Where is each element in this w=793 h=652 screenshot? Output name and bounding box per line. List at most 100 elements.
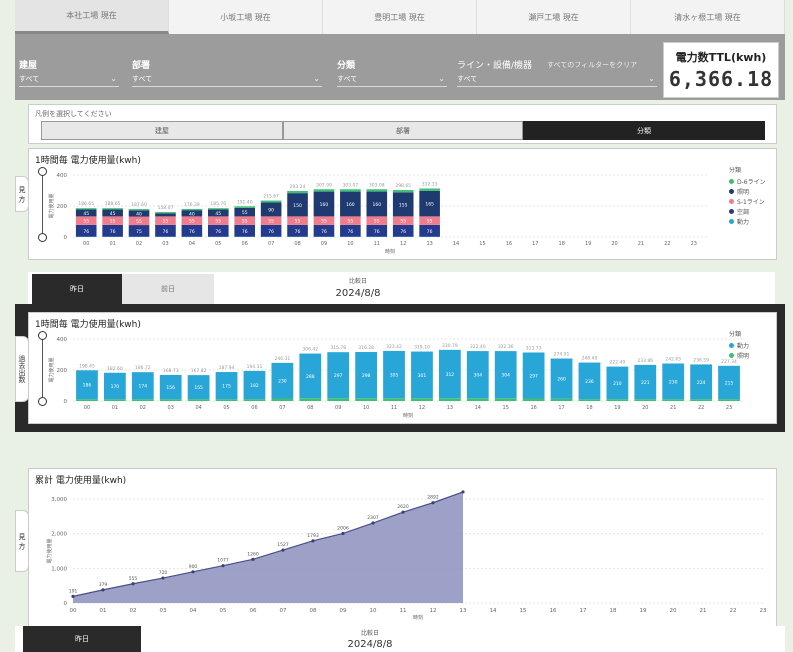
x-tick-label: 11 [374, 241, 380, 247]
slider-handle-top[interactable] [38, 331, 47, 340]
total-label: 319.10 [414, 345, 430, 351]
bar-segment [411, 398, 433, 401]
total-label: 185.76 [210, 201, 226, 207]
data-label: 2620 [397, 504, 409, 510]
x-tick-label: 13 [460, 608, 467, 614]
segment-label: 165 [425, 202, 434, 208]
legend-label: 動力 [737, 342, 750, 350]
total-label: 182.60 [107, 366, 123, 372]
segment-label: 304 [501, 373, 510, 379]
slider-handle-bottom[interactable] [38, 233, 47, 242]
bar-segment [260, 200, 282, 203]
total-label: 315.78 [330, 345, 346, 351]
selector-button-building[interactable]: 建屋 [41, 121, 283, 140]
bar-segment [131, 399, 154, 401]
x-tick-label: 10 [347, 241, 353, 247]
bar-segment [155, 213, 176, 217]
legend-item[interactable]: D-6ライン [729, 176, 766, 186]
legend-item[interactable]: 動力 [729, 216, 766, 226]
segment-label: 210 [613, 381, 622, 387]
segment-label: 297 [529, 374, 538, 380]
x-tick-label: 12 [419, 405, 425, 411]
x-tick-label: 23 [691, 241, 697, 247]
x-tick-label: 05 [220, 608, 227, 614]
y-tick-label: 3,000 [51, 497, 67, 503]
filter-category-select[interactable]: すべて ⌄ [337, 74, 447, 87]
filter-department-select[interactable]: すべて ⌄ [132, 74, 322, 87]
legend-item[interactable]: 照明 [729, 186, 766, 196]
filter-label-department: 部署 [132, 61, 151, 71]
tab-factory-2[interactable]: 豊明工場 現在 [323, 0, 477, 34]
legend-dot [729, 208, 734, 214]
x-tick-label: 05 [223, 405, 229, 411]
legend-item[interactable]: 動力 [729, 340, 749, 350]
cumulative-usage-panel: 累計 電力使用量(kwh) 0 1,000 2,000 3,000 電力使用量 00 01 0… [28, 468, 777, 628]
filter-department-value: すべて [132, 75, 153, 83]
segment-label: 288 [306, 374, 315, 380]
compare-date-bar: 昨日 前日 比較日 2024/8/8 [28, 272, 775, 304]
legend-label: S-1ライン [737, 198, 765, 206]
tab-factory-0[interactable]: 本社工場 現在 [15, 0, 169, 34]
legend-dot [729, 178, 734, 184]
side-tab-guide[interactable]: 見 方 [15, 510, 29, 572]
y-tick-label: 200 [57, 204, 68, 210]
data-label: 2307 [367, 515, 379, 521]
x-tick-label: 06 [251, 405, 257, 411]
slider-handle-bottom[interactable] [38, 397, 47, 406]
x-tick-label: 21 [638, 241, 644, 247]
x-tick-label: 12 [400, 241, 406, 247]
compare-date-bar-bottom: 昨日 比較日 2024/8/8 [15, 626, 785, 652]
slider-handle-top[interactable] [38, 167, 47, 176]
total-label: 307.99 [316, 182, 332, 188]
tab-factory-4[interactable]: 清水ヶ根工場 現在 [631, 0, 785, 34]
selector-button-category[interactable]: 分類 [523, 121, 765, 140]
clear-filters-link[interactable]: すべてのフィルターをクリア [547, 60, 637, 70]
filter-label-category: 分類 [337, 61, 356, 71]
side-tab-guide[interactable]: 見 方 [15, 176, 29, 212]
filter-line-select[interactable]: すべて ⌄ [457, 74, 657, 87]
x-tick-label: 16 [550, 608, 557, 614]
filter-label-line: ライン・設備/機器 [457, 61, 533, 71]
x-tick-label: 07 [280, 608, 287, 614]
x-tick-label: 18 [559, 241, 565, 247]
total-label: 248.40 [582, 356, 598, 362]
bar-segment [718, 399, 740, 401]
legend-item[interactable]: S-1ライン [729, 196, 766, 206]
tab-factory-3[interactable]: 瀬戸工場 現在 [477, 0, 631, 34]
total-label: 298.65 [395, 183, 411, 189]
bar-segment [578, 399, 601, 401]
filter-building-select[interactable]: すべて ⌄ [19, 74, 119, 87]
x-tick-label: 10 [363, 405, 369, 411]
y-range-slider[interactable] [42, 335, 43, 403]
yesterday-button[interactable]: 昨日 [23, 626, 141, 652]
legend-label: 照明 [737, 188, 750, 196]
segment-label: 297 [334, 373, 343, 379]
segment-label: 76 [374, 229, 380, 235]
x-tick-label: 21 [700, 608, 707, 614]
yesterday-button[interactable]: 昨日 [32, 274, 122, 304]
tab-factory-1[interactable]: 小坂工場 現在 [169, 0, 323, 34]
x-tick-label: 05 [215, 241, 221, 247]
total-label: 293.24 [290, 184, 306, 190]
legend-item[interactable]: 照明 [729, 350, 749, 360]
segment-label: 230 [278, 379, 287, 385]
y-tick-label: 0 [64, 235, 68, 241]
segment-label: 150 [293, 203, 302, 209]
segment-label: 76 [189, 229, 195, 235]
y-range-slider[interactable] [42, 171, 43, 239]
legend-title: 分類 [729, 167, 742, 174]
ttl-value: 6,366.18 [668, 67, 774, 91]
side-tab-past[interactable]: 過去出数 [15, 336, 29, 402]
x-tick-label: 09 [321, 241, 327, 247]
data-label: 720 [159, 570, 168, 576]
hourly-usage-chart: 0 200 400 電力使用量 00 76 55 45 186.65 01 76 55 45 188.65… [48, 173, 707, 255]
data-label: 379 [99, 582, 108, 588]
selector-button-department[interactable]: 部署 [283, 121, 523, 140]
x-tick-label: 04 [190, 608, 197, 614]
previous-day-usage-chart: 0 200 400 電力使用量 00 186 198.45 01 170 182.60 02 174 1… [48, 337, 743, 419]
previous-day-button[interactable]: 前日 [122, 274, 214, 304]
bar-segment [187, 399, 210, 401]
legend-item[interactable]: 空調 [729, 206, 766, 216]
x-tick-label: 11 [400, 608, 407, 614]
total-label: 191.40 [237, 199, 253, 205]
